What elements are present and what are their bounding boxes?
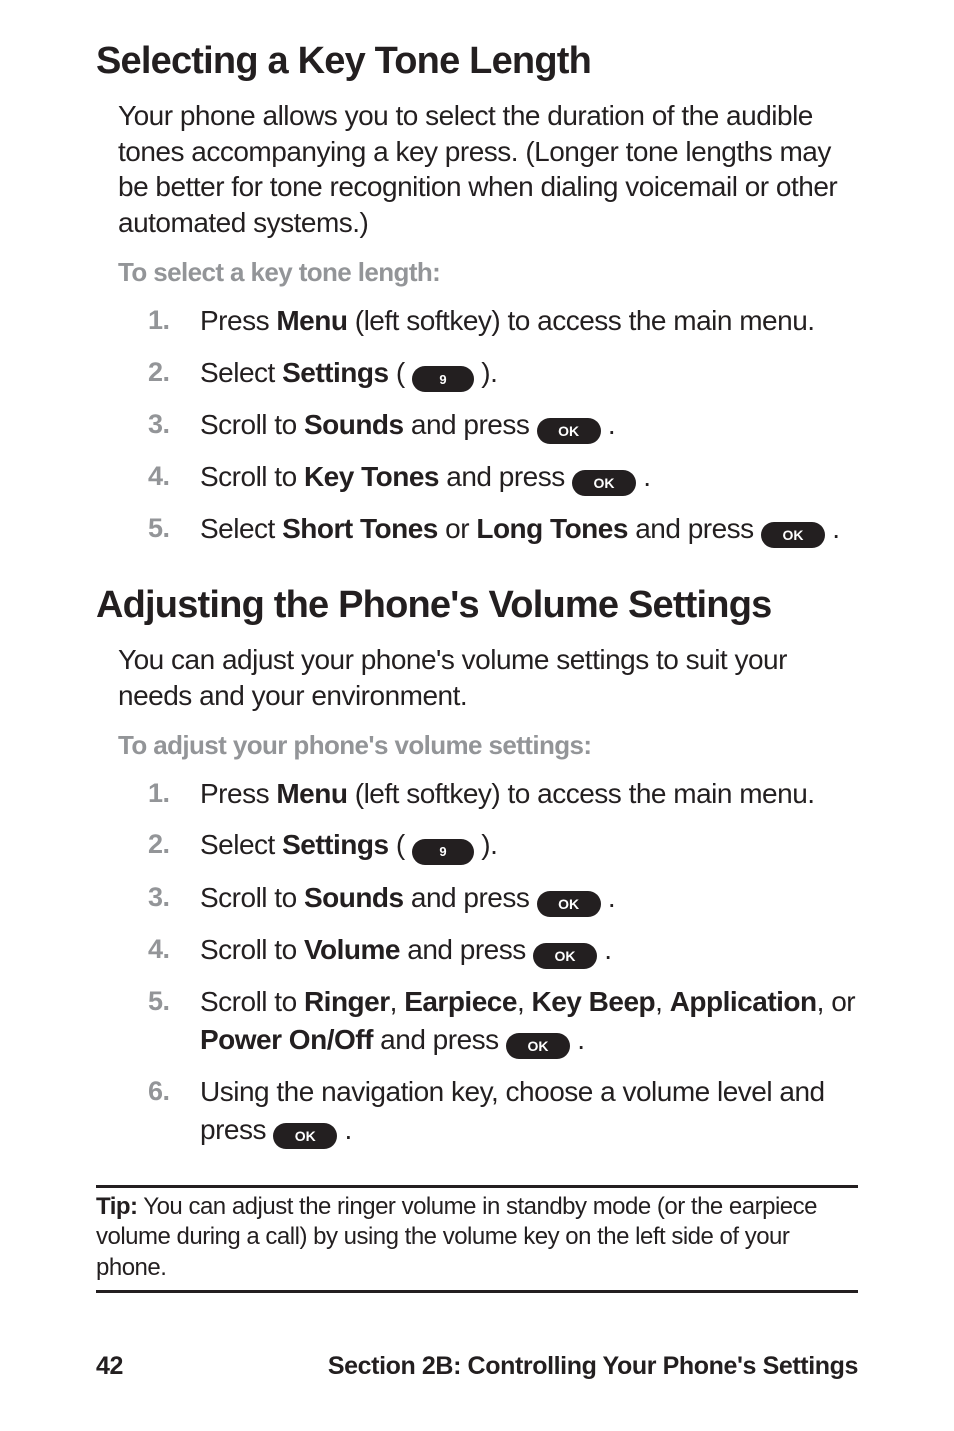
step-bold: Long Tones	[476, 513, 628, 544]
step-text: Select	[200, 513, 282, 544]
step-text: (left softkey) to access the main menu.	[347, 778, 814, 809]
section-label: Section 2B: Controlling Your Phone's Set…	[328, 1352, 858, 1381]
step-bold: Power On/Off	[200, 1024, 373, 1055]
step-text: ,	[655, 986, 670, 1017]
step-text: .	[825, 513, 840, 544]
step-text: ).	[474, 829, 497, 860]
step-text: Scroll to	[200, 934, 304, 965]
step-text: or	[438, 513, 476, 544]
step-text: and press	[404, 409, 537, 440]
intro-paragraph-b: You can adjust your phone's volume setti…	[118, 642, 858, 714]
step-a4: Scroll to Key Tones and press OK .	[148, 458, 858, 510]
step-text: ).	[474, 357, 497, 388]
step-text: .	[570, 1024, 585, 1055]
step-text: Select	[200, 829, 282, 860]
step-text: and press	[439, 461, 572, 492]
step-bold: Short Tones	[282, 513, 438, 544]
step-text: Select	[200, 357, 282, 388]
step-bold: Menu	[276, 778, 347, 809]
step-text: Scroll to	[200, 461, 304, 492]
step-text: (left softkey) to access the main menu.	[347, 305, 814, 336]
step-text: and press	[404, 882, 537, 913]
step-text: Scroll to	[200, 986, 304, 1017]
ok-key-icon: OK	[533, 943, 597, 969]
page-number: 42	[96, 1352, 123, 1381]
step-a1: Press Menu (left softkey) to access the …	[148, 302, 858, 354]
step-text: , or	[817, 986, 855, 1017]
step-text: .	[601, 882, 616, 913]
ok-key-icon: OK	[273, 1123, 337, 1149]
ok-key-icon: OK	[506, 1033, 570, 1059]
step-bold: Settings	[282, 357, 388, 388]
steps-list-b: Press Menu (left softkey) to access the …	[148, 775, 858, 1163]
step-text: .	[601, 409, 616, 440]
step-bold: Sounds	[304, 882, 404, 913]
step-b4: Scroll to Volume and press OK .	[148, 931, 858, 983]
step-text: and press	[628, 513, 761, 544]
step-text: Scroll to	[200, 409, 304, 440]
step-bold: Application	[670, 986, 817, 1017]
step-b1: Press Menu (left softkey) to access the …	[148, 775, 858, 827]
heading-volume-settings: Adjusting the Phone's Volume Settings	[96, 584, 858, 628]
step-bold: Volume	[304, 934, 400, 965]
ok-key-icon: OK	[572, 470, 636, 496]
subheading-a: To select a key tone length:	[118, 257, 858, 288]
heading-key-tone-length: Selecting a Key Tone Length	[96, 40, 858, 84]
tip-text: You can adjust the ringer volume in stan…	[96, 1193, 817, 1281]
step-text: ,	[390, 986, 405, 1017]
step-text: Press	[200, 305, 276, 336]
step-bold: Earpiece	[404, 986, 517, 1017]
step-text: ,	[517, 986, 532, 1017]
ok-key-icon: OK	[537, 418, 601, 444]
step-text: .	[337, 1114, 352, 1145]
step-b3: Scroll to Sounds and press OK .	[148, 879, 858, 931]
page: Selecting a Key Tone Length Your phone a…	[0, 0, 954, 1431]
step-text: Press	[200, 778, 276, 809]
step-text: Scroll to	[200, 882, 304, 913]
step-bold: Menu	[276, 305, 347, 336]
step-b2: Select Settings ( 9 ).	[148, 826, 858, 879]
step-text: and press	[373, 1024, 506, 1055]
step-text: .	[636, 461, 651, 492]
nine-key-icon: 9	[412, 839, 474, 865]
step-bold: Key Tones	[304, 461, 439, 492]
step-a3: Scroll to Sounds and press OK .	[148, 406, 858, 458]
tip-label: Tip:	[96, 1193, 138, 1220]
ok-key-icon: OK	[537, 891, 601, 917]
step-a5: Select Short Tones or Long Tones and pre…	[148, 510, 858, 562]
steps-list-a: Press Menu (left softkey) to access the …	[148, 302, 858, 562]
step-b5: Scroll to Ringer, Earpiece, Key Beep, Ap…	[148, 983, 858, 1073]
subheading-b: To adjust your phone's volume settings:	[118, 730, 858, 761]
page-footer: 42 Section 2B: Controlling Your Phone's …	[96, 1352, 858, 1381]
nine-key-icon: 9	[412, 366, 474, 392]
step-bold: Ringer	[304, 986, 390, 1017]
step-b6: Using the navigation key, choose a volum…	[148, 1073, 858, 1163]
step-bold: Sounds	[304, 409, 404, 440]
step-text: (	[389, 829, 412, 860]
ok-key-icon: OK	[761, 522, 825, 548]
step-bold: Settings	[282, 829, 388, 860]
step-text: .	[597, 934, 612, 965]
step-bold: Key Beep	[532, 986, 656, 1017]
tip-box: Tip: You can adjust the ringer volume in…	[96, 1185, 858, 1293]
step-text: (	[389, 357, 412, 388]
intro-paragraph-a: Your phone allows you to select the dura…	[118, 98, 858, 241]
step-a2: Select Settings ( 9 ).	[148, 354, 858, 407]
step-text: and press	[400, 934, 533, 965]
